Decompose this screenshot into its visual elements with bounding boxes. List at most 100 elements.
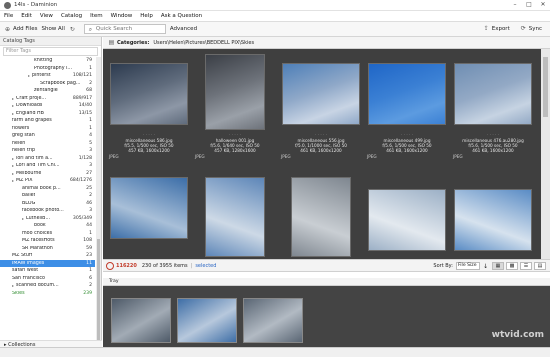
tag-item[interactable]: BLOG 46 bbox=[0, 200, 95, 208]
minimize-icon[interactable]: – bbox=[508, 0, 522, 10]
tag-item[interactable]: ballet 2 bbox=[0, 192, 95, 200]
tag-item[interactable]: ▸ MZ PIX 684/1276 bbox=[0, 177, 95, 185]
thumbnail-image[interactable] bbox=[205, 54, 265, 130]
large-thumbs-icon[interactable]: ▩ bbox=[506, 262, 518, 270]
tag-item[interactable]: ▸ Craft proje... 889/917 bbox=[0, 95, 95, 103]
tray-thumbnail[interactable] bbox=[243, 298, 303, 343]
tray-thumbnail[interactable] bbox=[177, 298, 237, 343]
menu-file[interactable]: File bbox=[4, 13, 13, 19]
thumbnail-image[interactable] bbox=[368, 63, 446, 125]
expand-arrow-icon[interactable]: ▸ bbox=[28, 73, 30, 78]
tag-item[interactable]: greg stan 4 bbox=[0, 132, 95, 140]
tag-item[interactable]: ▸ scanned docum... 2 bbox=[0, 282, 95, 290]
tag-count: 305/349 bbox=[72, 215, 92, 221]
tag-item[interactable]: ▸ Melbourne 27 bbox=[0, 170, 95, 178]
tag-item[interactable]: knitting 79 bbox=[0, 57, 95, 65]
grid-scroll-thumb[interactable] bbox=[543, 57, 548, 117]
thumbnail-image[interactable] bbox=[110, 177, 188, 239]
tag-item[interactable]: book 44 bbox=[0, 222, 95, 230]
menu-item[interactable]: Item bbox=[90, 13, 103, 19]
tag-item[interactable]: ▸ LuthellB... 305/349 bbox=[0, 215, 95, 223]
sort-by-label: Sort By: bbox=[433, 263, 453, 269]
thumbnail-image[interactable] bbox=[454, 63, 532, 125]
thumbnail-caption-size: 457 KB, 1280x1600 bbox=[214, 148, 256, 153]
tag-item[interactable]: safari west 1 bbox=[0, 267, 95, 275]
tray-thumbnail[interactable] bbox=[111, 298, 171, 343]
thumbnail-image[interactable] bbox=[205, 177, 265, 257]
grid-view-icon[interactable]: ▦ bbox=[492, 262, 504, 270]
rating-dots[interactable]: · · · · · bbox=[451, 132, 535, 137]
expand-arrow-icon[interactable]: ▸ bbox=[12, 163, 14, 168]
maximize-icon[interactable]: □ bbox=[522, 0, 536, 10]
thumbnail-image[interactable] bbox=[291, 177, 351, 257]
tag-item[interactable]: ▸ pinterst 108/121 bbox=[0, 72, 95, 80]
tag-item[interactable]: ▸ England HB 13/15 bbox=[0, 110, 95, 118]
tag-item[interactable]: zentangle 68 bbox=[0, 87, 95, 95]
thumbnail-image[interactable] bbox=[368, 189, 446, 251]
tag-item[interactable]: ▸ Downloads 14/40 bbox=[0, 102, 95, 110]
tag-item[interactable]: MZ facesHots 108 bbox=[0, 237, 95, 245]
sync-icon: ⟳ bbox=[520, 25, 526, 32]
menu-ask-question[interactable]: Ask a Question bbox=[161, 13, 202, 19]
expand-arrow-icon[interactable]: ▸ bbox=[12, 156, 14, 161]
rating-dots[interactable]: · · · · · bbox=[365, 132, 449, 137]
tag-item[interactable]: ▸ lori and tim a... 1/128 bbox=[0, 155, 95, 163]
tag-item[interactable]: flowers 1 bbox=[0, 125, 95, 133]
menu-help[interactable]: Help bbox=[140, 13, 153, 19]
sort-by-select[interactable]: File Size bbox=[455, 262, 480, 270]
add-files-button[interactable]: ⊕ Add Files bbox=[4, 26, 37, 33]
expand-arrow-icon[interactable]: ▸ bbox=[12, 96, 14, 101]
thumbnail-image[interactable] bbox=[110, 63, 188, 125]
expand-arrow-icon[interactable]: ▸ bbox=[22, 216, 24, 221]
grid-scrollbar[interactable] bbox=[541, 49, 550, 259]
list-view-icon[interactable]: ☰ bbox=[520, 262, 532, 270]
refresh-button[interactable]: ↻ bbox=[69, 26, 78, 33]
toolbar: ⊕ Add Files Show All ↻ ⌕ Advanced ⇪ Expo… bbox=[0, 22, 550, 37]
rating-dots[interactable]: · · · · · bbox=[279, 132, 363, 137]
tag-item[interactable]: MZ Stuff 23 bbox=[0, 252, 95, 260]
item-count-badge[interactable]: 116220 bbox=[106, 261, 137, 270]
tag-item[interactable]: facebook photo... 3 bbox=[0, 207, 95, 215]
rating-dots[interactable]: · · · · · bbox=[193, 132, 277, 137]
advanced-search-button[interactable]: Advanced bbox=[170, 26, 197, 32]
expand-arrow-icon[interactable]: ▸ bbox=[12, 171, 14, 176]
filter-tags-input[interactable]: Filter Tags bbox=[3, 47, 98, 56]
tag-item[interactable]: San Francisco 6 bbox=[0, 275, 95, 283]
tag-item[interactable]: helen trip 3 bbox=[0, 147, 95, 155]
tag-item[interactable]: Scrapbook pag... 2 bbox=[0, 80, 95, 88]
sidebar-scrollbar[interactable] bbox=[96, 57, 101, 351]
sort-by-control: Sort By: File Size ↓ bbox=[433, 262, 488, 270]
tag-item[interactable]: ▸ Lori and Tim Chi... 3 bbox=[0, 162, 95, 170]
category-path[interactable]: Users\Helen\Pictures\BEDDELL PIX\Skies bbox=[153, 40, 254, 46]
tag-item[interactable]: helen 5 bbox=[0, 140, 95, 148]
sort-direction-icon[interactable]: ↓ bbox=[483, 263, 488, 270]
menu-view[interactable]: View bbox=[40, 13, 53, 19]
tag-item[interactable]: IMAW images 11 bbox=[0, 259, 95, 267]
tag-item[interactable]: animal book p... 25 bbox=[0, 185, 95, 193]
tag-item[interactable]: SR Marathon 59 bbox=[0, 245, 95, 253]
expand-arrow-icon[interactable]: ▸ bbox=[12, 178, 14, 183]
menu-window[interactable]: Window bbox=[111, 13, 133, 19]
export-button[interactable]: ⇪ Export bbox=[483, 25, 510, 32]
menu-edit[interactable]: Edit bbox=[21, 13, 32, 19]
search-input[interactable] bbox=[95, 26, 156, 32]
thumbnail-image[interactable] bbox=[282, 63, 360, 125]
menu-catalog[interactable]: Catalog bbox=[61, 13, 82, 19]
thumbnail-image[interactable] bbox=[454, 189, 532, 251]
quick-search[interactable]: ⌕ bbox=[83, 24, 166, 34]
close-icon[interactable]: ✕ bbox=[536, 0, 550, 10]
tag-item[interactable]: Photography i... 1 bbox=[0, 65, 95, 73]
tag-item[interactable]: farm and grapes 1 bbox=[0, 117, 95, 125]
tag-item[interactable]: Skies 239 bbox=[0, 290, 95, 298]
expand-arrow-icon[interactable]: ▸ bbox=[12, 283, 14, 288]
details-view-icon[interactable]: ▤ bbox=[534, 262, 546, 270]
tag-item[interactable]: moo choices 1 bbox=[0, 230, 95, 238]
expand-arrow-icon[interactable]: ▸ bbox=[12, 111, 14, 116]
rating-dots[interactable]: · · · · · bbox=[107, 132, 191, 137]
sync-button[interactable]: ⟳ Sync bbox=[520, 25, 542, 32]
expand-arrow-icon[interactable]: ▸ bbox=[12, 103, 14, 108]
sidebar-scroll-thumb[interactable] bbox=[97, 239, 100, 341]
show-all-button[interactable]: Show All bbox=[41, 26, 64, 32]
catalog-tags-header: Catalog Tags bbox=[0, 37, 101, 46]
selected-link[interactable]: selected bbox=[195, 263, 216, 269]
